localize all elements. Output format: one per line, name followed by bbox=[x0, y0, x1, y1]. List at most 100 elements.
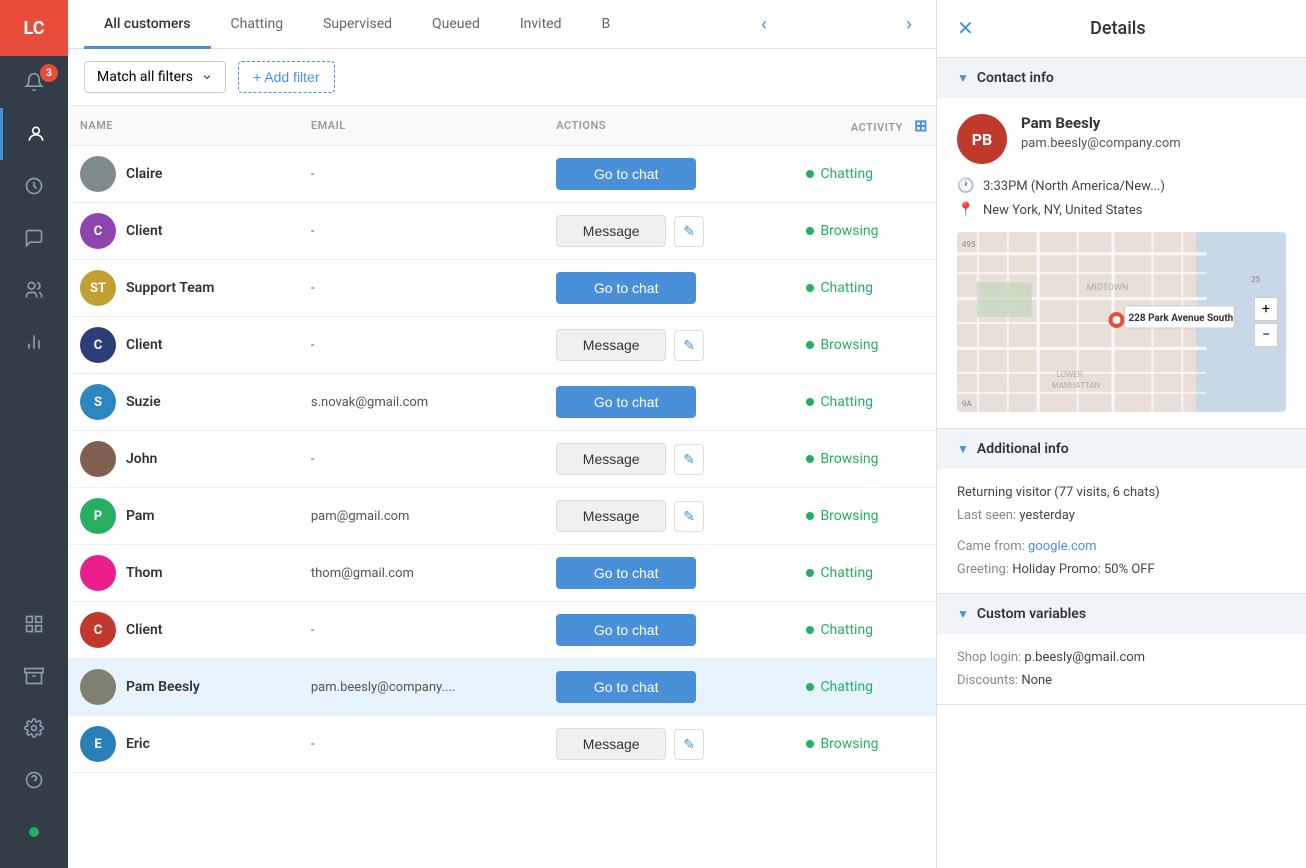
message-button[interactable]: Message bbox=[556, 728, 666, 760]
tab-invited[interactable]: Invited bbox=[500, 0, 582, 49]
contact-info-section: ▼ Contact info PB Pam Beesly pam.beesly@… bbox=[937, 58, 1306, 429]
greeting-value: Holiday Promo: 50% OFF bbox=[1012, 562, 1154, 577]
sidebar-item-history[interactable] bbox=[0, 160, 68, 212]
tab-queued[interactable]: Queued bbox=[412, 0, 500, 49]
table-row[interactable]: CClient-Go to chatChatting bbox=[68, 602, 936, 659]
message-button[interactable]: Message bbox=[556, 443, 666, 475]
table-row[interactable]: PPampam@gmail.comMessage✎Browsing bbox=[68, 488, 936, 545]
status-dot bbox=[806, 512, 814, 520]
customer-email: - bbox=[299, 431, 544, 488]
sidebar-item-chats[interactable] bbox=[0, 212, 68, 264]
contact-full-name: Pam Beesly bbox=[1021, 114, 1181, 132]
svg-text:LOWER: LOWER bbox=[1057, 370, 1083, 379]
table-row[interactable]: Pam Beeslypam.beesly@company....Go to ch… bbox=[68, 659, 936, 716]
contact-location-row: 📍 New York, NY, United States bbox=[957, 202, 1286, 218]
sidebar-item-help[interactable] bbox=[0, 754, 68, 806]
message-button[interactable]: Message bbox=[556, 329, 666, 361]
map-zoom-out[interactable]: − bbox=[1254, 323, 1278, 347]
tab-chatting[interactable]: Chatting bbox=[211, 0, 304, 49]
customer-email: - bbox=[299, 716, 544, 773]
sidebar-item-team[interactable] bbox=[0, 264, 68, 316]
sidebar-logo[interactable]: LC bbox=[0, 0, 68, 56]
tab-all-customers[interactable]: All customers bbox=[84, 0, 211, 49]
came-from-link[interactable]: google.com bbox=[1028, 539, 1097, 554]
sidebar-item-notification[interactable]: 3 bbox=[0, 56, 68, 108]
customer-name: Client bbox=[126, 337, 162, 353]
contact-info-chevron: ▼ bbox=[957, 71, 969, 85]
go-to-chat-button[interactable]: Go to chat bbox=[556, 158, 696, 190]
customer-status-cell: Chatting bbox=[794, 260, 936, 317]
svg-text:9A: 9A bbox=[962, 400, 972, 409]
additional-info-header[interactable]: ▼ Additional info bbox=[937, 429, 1306, 469]
message-button[interactable]: Message bbox=[556, 500, 666, 532]
status-text: Chatting bbox=[820, 565, 873, 581]
add-filter-button[interactable]: + Add filter bbox=[238, 61, 335, 93]
svg-text:25: 25 bbox=[1251, 275, 1260, 284]
map-zoom-in[interactable]: + bbox=[1254, 297, 1278, 321]
table-row[interactable]: CClient-Message✎Browsing bbox=[68, 317, 936, 374]
status-text: Browsing bbox=[820, 451, 878, 467]
table-row[interactable]: Claire-Go to chatChatting bbox=[68, 146, 936, 203]
tab-b[interactable]: B bbox=[581, 0, 630, 49]
customer-avatar: S bbox=[80, 384, 116, 420]
edit-icon-button[interactable]: ✎ bbox=[674, 729, 704, 760]
status-dot bbox=[806, 455, 814, 463]
sidebar-item-customers[interactable] bbox=[0, 108, 68, 160]
table-row[interactable]: CClient-Message✎Browsing bbox=[68, 203, 936, 260]
sidebar-item-settings[interactable] bbox=[0, 702, 68, 754]
edit-icon-button[interactable]: ✎ bbox=[674, 444, 704, 475]
table-row[interactable]: Thomthom@gmail.comGo to chatChatting bbox=[68, 545, 936, 602]
details-panel: ✕ Details ▼ Contact info PB Pam Beesly p… bbox=[936, 0, 1306, 868]
customer-name-cell: Claire bbox=[68, 146, 299, 203]
shop-login-value: p.beesly@gmail.com bbox=[1024, 650, 1145, 665]
customer-name-cell: STSupport Team bbox=[68, 260, 299, 317]
customer-action-cell: Message ✎ bbox=[544, 203, 794, 260]
filter-dropdown-label: Match all filters bbox=[97, 69, 193, 85]
table-row[interactable]: John-Message✎Browsing bbox=[68, 431, 936, 488]
status-dot bbox=[806, 284, 814, 292]
map-controls: + − bbox=[1254, 297, 1278, 347]
sidebar-item-archive[interactable] bbox=[0, 650, 68, 702]
contact-info-title: Contact info bbox=[977, 70, 1054, 86]
sidebar-item-reports[interactable] bbox=[0, 316, 68, 368]
customer-status-cell: Chatting bbox=[794, 659, 936, 716]
table-row[interactable]: EEric-Message✎Browsing bbox=[68, 716, 936, 773]
filter-bar: Match all filters + Add filter bbox=[68, 49, 936, 106]
message-button[interactable]: Message bbox=[556, 215, 666, 247]
additional-info-body: Returning visitor (77 visits, 6 chats) L… bbox=[937, 469, 1306, 593]
go-to-chat-button[interactable]: Go to chat bbox=[556, 272, 696, 304]
contact-email: pam.beesly@company.com bbox=[1021, 136, 1181, 151]
col-activity: ACTIVITY ⊞ bbox=[794, 106, 936, 146]
table-row[interactable]: SSuzies.novak@gmail.comGo to chatChattin… bbox=[68, 374, 936, 431]
contact-info-header[interactable]: ▼ Contact info bbox=[937, 58, 1306, 98]
sidebar: LC 3 bbox=[0, 0, 68, 868]
custom-variables-header[interactable]: ▼ Custom variables bbox=[937, 594, 1306, 634]
edit-icon-button[interactable]: ✎ bbox=[674, 501, 704, 532]
sidebar-item-status[interactable] bbox=[0, 806, 68, 858]
go-to-chat-button[interactable]: Go to chat bbox=[556, 386, 696, 418]
edit-icon-button[interactable]: ✎ bbox=[674, 216, 704, 247]
add-column-icon[interactable]: ⊞ bbox=[914, 116, 928, 135]
panel-close-button[interactable]: ✕ bbox=[957, 16, 974, 41]
go-to-chat-button[interactable]: Go to chat bbox=[556, 671, 696, 703]
tabs-prev-button[interactable]: ‹ bbox=[753, 10, 775, 39]
svg-text:MIDTOWN: MIDTOWN bbox=[1087, 283, 1129, 293]
edit-icon-button[interactable]: ✎ bbox=[674, 330, 704, 361]
customer-email: - bbox=[299, 146, 544, 203]
customer-status-cell: Browsing bbox=[794, 716, 936, 773]
go-to-chat-button[interactable]: Go to chat bbox=[556, 557, 696, 589]
customer-avatar bbox=[80, 156, 116, 192]
go-to-chat-button[interactable]: Go to chat bbox=[556, 614, 696, 646]
table-row[interactable]: STSupport Team-Go to chatChatting bbox=[68, 260, 936, 317]
sidebar-item-apps[interactable] bbox=[0, 598, 68, 650]
customer-name: Thom bbox=[126, 565, 163, 581]
tab-supervised[interactable]: Supervised bbox=[303, 0, 412, 49]
custom-variables-body: Shop login: p.beesly@gmail.com Discounts… bbox=[937, 634, 1306, 704]
customer-email: - bbox=[299, 317, 544, 374]
contact-avatar: PB bbox=[957, 114, 1007, 164]
filter-dropdown[interactable]: Match all filters bbox=[84, 61, 226, 93]
tabs-next-button[interactable]: › bbox=[898, 10, 920, 39]
customer-avatar bbox=[80, 555, 116, 591]
additional-info-title: Additional info bbox=[977, 441, 1069, 457]
customer-name: Support Team bbox=[126, 280, 214, 296]
